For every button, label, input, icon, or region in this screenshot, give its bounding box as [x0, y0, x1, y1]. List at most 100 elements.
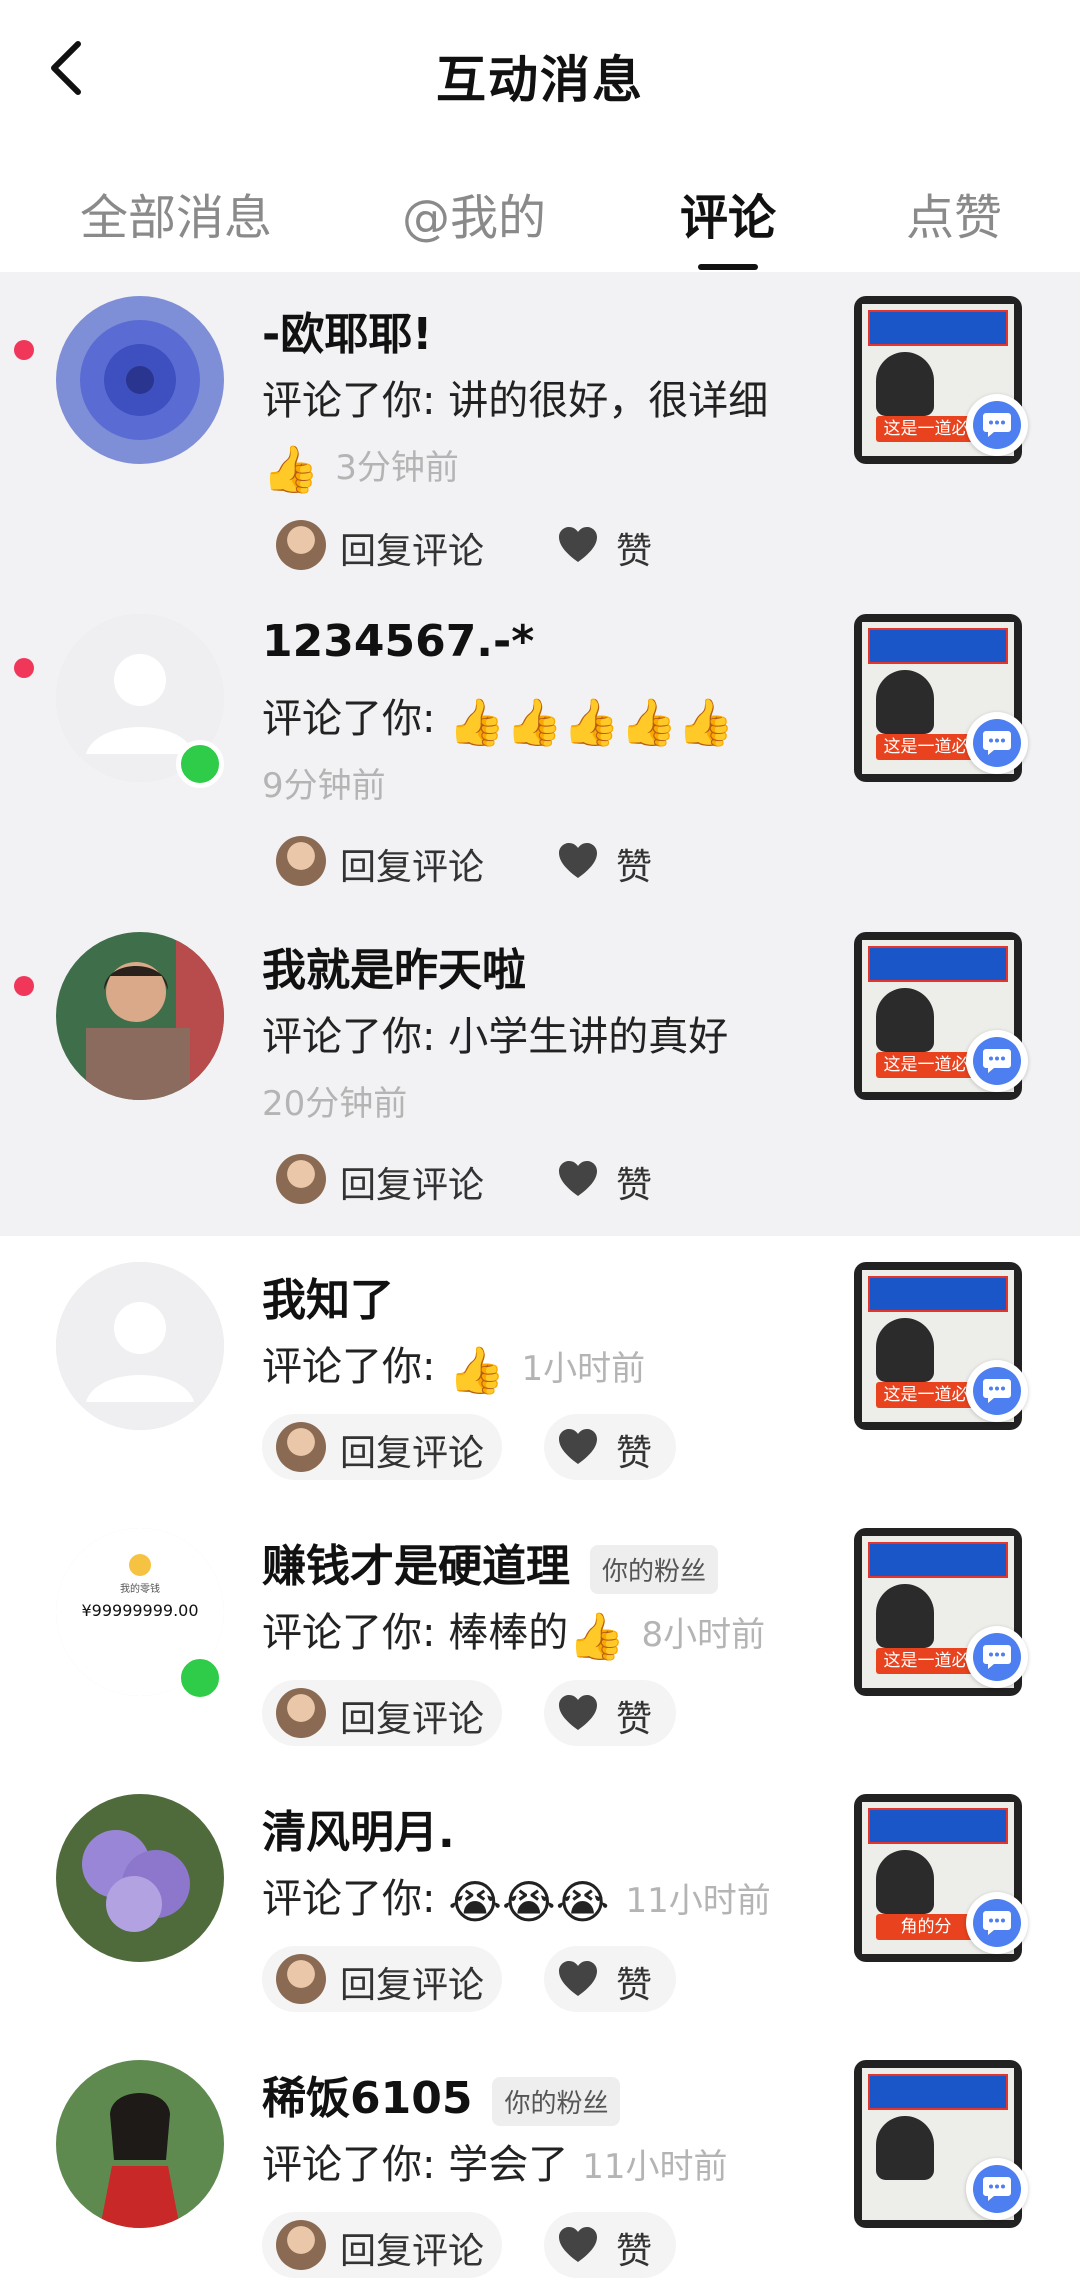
reply-comment-button[interactable]: 回复评论: [262, 1946, 502, 2012]
timestamp: 1小时前: [521, 1349, 646, 1389]
thumbs-up-emoji: 👍: [568, 1609, 626, 1663]
online-indicator: [176, 1654, 224, 1702]
comment-text[interactable]: 评论了你: 棒棒的👍 8小时前: [262, 1600, 765, 1659]
flower-avatar-image: [56, 296, 224, 464]
like-button[interactable]: 赞: [544, 1680, 676, 1746]
time-line: 👍 3分钟前: [262, 440, 459, 492]
thumbnail-caption: 这是一道必: [876, 1648, 976, 1674]
like-button[interactable]: 赞: [544, 1414, 676, 1480]
page-title: 互动消息: [436, 51, 644, 109]
my-avatar: [276, 1422, 326, 1472]
chat-bubble-icon: [966, 1892, 1028, 1954]
default-avatar-image: [56, 1262, 224, 1430]
comment-item[interactable]: 清风明月. 评论了你: 😭😭😭 11小时前 回复评论 赞 角的分: [0, 1770, 1080, 2036]
online-indicator: [176, 740, 224, 788]
person-avatar-image: [56, 932, 224, 1100]
chat-bubble-icon: [966, 394, 1028, 456]
my-avatar: [276, 1954, 326, 2004]
avatar[interactable]: [56, 296, 224, 464]
timestamp: 8小时前: [641, 1615, 766, 1655]
avatar[interactable]: [56, 2060, 224, 2228]
timestamp: 20分钟前: [262, 1084, 408, 1124]
commenter-name[interactable]: -欧耶耶!: [262, 298, 432, 362]
girl-avatar-image: [56, 2060, 224, 2228]
timestamp: 11小时前: [625, 1881, 771, 1921]
reply-comment-button[interactable]: 回复评论: [262, 1414, 502, 1480]
timestamp: 3分钟前: [335, 448, 459, 488]
timestamp: 9分钟前: [262, 766, 386, 806]
commenter-name[interactable]: 我知了: [262, 1264, 394, 1328]
unread-dot: [14, 658, 34, 678]
timestamp: 11小时前: [582, 2147, 728, 2187]
commenter-name[interactable]: 1234567.-*: [262, 616, 534, 667]
avatar[interactable]: [56, 1794, 224, 1962]
comment-text[interactable]: 评论了你: 😭😭😭 11小时前: [262, 1866, 771, 1925]
thumbnail-caption: 这是一道必: [876, 416, 976, 442]
thumbs-up-emoji: 👍: [448, 1343, 506, 1397]
avatar[interactable]: [56, 932, 224, 1100]
my-avatar: [276, 2220, 326, 2270]
comment-item[interactable]: 我知了评论了你: 👍 1小时前 回复评论 赞 这是一道必: [0, 1238, 1080, 1504]
avatar[interactable]: [56, 1262, 224, 1430]
commenter-name[interactable]: 清风明月.: [262, 1796, 455, 1860]
heart-icon: [559, 843, 597, 878]
crying-face-emoji: 😭😭😭: [448, 1875, 610, 1929]
my-avatar: [276, 1688, 326, 1738]
thumbnail-caption: 这是一道必: [876, 1052, 976, 1078]
chat-bubble-icon: [966, 2158, 1028, 2220]
chat-bubble-icon: [966, 1360, 1028, 1422]
comment-item[interactable]: 1234567.-* 评论了你: 👍👍👍👍👍 9分钟前 回复评论 赞 这是一道必: [0, 590, 1080, 908]
my-avatar: [276, 836, 326, 886]
tab-bar: 全部消息 @我的 评论 点赞: [0, 160, 1080, 270]
unread-dot: [14, 976, 34, 996]
tab-all-messages[interactable]: 全部消息: [80, 178, 272, 248]
tab-mentions[interactable]: @我的: [402, 178, 546, 248]
heart-icon: [559, 1429, 597, 1464]
comment-item[interactable]: 稀饭6105 你的粉丝评论了你: 学会了 11小时前 回复评论 赞: [0, 2036, 1080, 2285]
tab-comments[interactable]: 评论: [680, 178, 776, 270]
like-button[interactable]: 赞: [544, 1146, 676, 1212]
like-button[interactable]: 赞: [544, 512, 676, 578]
fan-badge: 你的粉丝: [492, 2076, 621, 2126]
heart-icon: [559, 2227, 597, 2262]
my-avatar: [276, 1154, 326, 1204]
header: 互动消息: [0, 0, 1080, 150]
commenter-name[interactable]: 我就是昨天啦: [262, 934, 526, 998]
comment-text[interactable]: 评论了你: 小学生讲的真好: [262, 1004, 728, 1062]
heart-icon: [559, 1161, 597, 1196]
thumbnail-caption: 角的分: [876, 1914, 976, 1940]
comment-text[interactable]: 评论了你: 讲的很好，很详细: [262, 368, 768, 426]
thumbs-up-emoji: 👍: [262, 442, 320, 496]
heart-icon: [559, 1695, 597, 1730]
reply-comment-button[interactable]: 回复评论: [262, 1680, 502, 1746]
reply-comment-button[interactable]: 回复评论: [262, 2212, 502, 2278]
comment-text[interactable]: 评论了你: 学会了 11小时前: [262, 2132, 727, 2190]
heart-icon: [559, 1961, 597, 1996]
comment-text[interactable]: 评论了你: 👍👍👍👍👍: [262, 686, 737, 745]
comment-item[interactable]: 我就是昨天啦评论了你: 小学生讲的真好 20分钟前 回复评论 赞 这是一道必: [0, 908, 1080, 1236]
active-tab-underline: [698, 264, 758, 270]
thumbnail-caption: 这是一道必: [876, 1382, 976, 1408]
flower-bush-avatar-image: [56, 1794, 224, 1962]
chat-bubble-icon: [966, 1626, 1028, 1688]
reply-comment-button[interactable]: 回复评论: [262, 828, 502, 894]
reply-comment-button[interactable]: 回复评论: [262, 512, 502, 578]
fan-badge: 你的粉丝: [590, 1544, 719, 1594]
unread-dot: [14, 340, 34, 360]
reply-comment-button[interactable]: 回复评论: [262, 1146, 502, 1212]
commenter-name[interactable]: 稀饭6105 你的粉丝: [262, 2062, 621, 2126]
thumbnail-caption: 这是一道必: [876, 734, 976, 760]
heart-icon: [559, 527, 597, 562]
my-avatar: [276, 520, 326, 570]
like-button[interactable]: 赞: [544, 2212, 676, 2278]
comment-text[interactable]: 评论了你: 👍 1小时前: [262, 1334, 645, 1393]
like-button[interactable]: 赞: [544, 1946, 676, 2012]
comment-item[interactable]: 我的零钱 ¥99999999.00 赚钱才是硬道理 你的粉丝 评论了你: 棒棒的👍 8小时…: [0, 1504, 1080, 1770]
chat-bubble-icon: [966, 1030, 1028, 1092]
tab-likes[interactable]: 点赞: [906, 178, 1002, 248]
like-button[interactable]: 赞: [544, 828, 676, 894]
thumbs-up-emoji: 👍👍👍👍👍: [448, 695, 735, 749]
comment-item[interactable]: -欧耶耶! 评论了你: 讲的很好，很详细 👍 3分钟前 回复评论 赞 这是一道必: [0, 272, 1080, 590]
chat-bubble-icon: [966, 712, 1028, 774]
commenter-name[interactable]: 赚钱才是硬道理 你的粉丝: [262, 1530, 719, 1594]
